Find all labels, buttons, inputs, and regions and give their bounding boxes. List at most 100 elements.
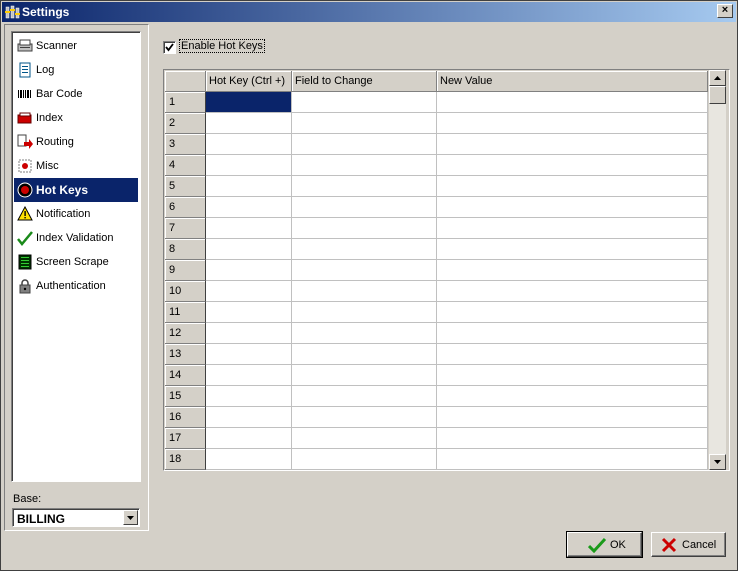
row-header[interactable]: 16 [165, 407, 206, 428]
field-to-change-cell[interactable] [292, 113, 437, 134]
field-to-change-cell[interactable] [292, 365, 437, 386]
table-row[interactable]: 1 [165, 92, 708, 113]
new-value-cell[interactable] [437, 302, 708, 323]
row-header[interactable]: 5 [165, 176, 206, 197]
hot-key-cell[interactable] [206, 197, 292, 218]
scroll-up-button[interactable] [709, 70, 726, 86]
table-row[interactable]: 13 [165, 344, 708, 365]
field-to-change-cell[interactable] [292, 239, 437, 260]
row-header[interactable]: 18 [165, 449, 206, 470]
sidebar-item-screen-scrape[interactable]: Screen Scrape [14, 250, 138, 274]
table-row[interactable]: 4 [165, 155, 708, 176]
hot-key-cell[interactable] [206, 323, 292, 344]
table-row[interactable]: 3 [165, 134, 708, 155]
new-value-cell[interactable] [437, 449, 708, 470]
sidebar-item-routing[interactable]: Routing [14, 130, 138, 154]
row-header[interactable]: 10 [165, 281, 206, 302]
column-header-new-value[interactable]: New Value [437, 71, 708, 92]
field-to-change-cell[interactable] [292, 260, 437, 281]
field-to-change-cell[interactable] [292, 155, 437, 176]
hot-key-cell[interactable] [206, 365, 292, 386]
table-row[interactable]: 8 [165, 239, 708, 260]
table-row[interactable]: 17 [165, 428, 708, 449]
row-header[interactable]: 14 [165, 365, 206, 386]
table-row[interactable]: 6 [165, 197, 708, 218]
table-row[interactable]: 18 [165, 449, 708, 470]
new-value-cell[interactable] [437, 323, 708, 344]
sidebar-item-index[interactable]: Index [14, 106, 138, 130]
hot-key-cell[interactable] [206, 428, 292, 449]
sidebar-item-authentication[interactable]: Authentication [14, 274, 138, 298]
hot-key-cell[interactable] [206, 449, 292, 470]
table-row[interactable]: 2 [165, 113, 708, 134]
new-value-cell[interactable] [437, 281, 708, 302]
sidebar-item-scanner[interactable]: Scanner [14, 34, 138, 58]
table-row[interactable]: 12 [165, 323, 708, 344]
cancel-button[interactable]: Cancel [651, 532, 726, 557]
row-header[interactable]: 7 [165, 218, 206, 239]
table-row[interactable]: 5 [165, 176, 708, 197]
sidebar-item-bar-code[interactable]: Bar Code [14, 82, 138, 106]
field-to-change-cell[interactable] [292, 134, 437, 155]
new-value-cell[interactable] [437, 92, 708, 113]
sidebar-item-index-validation[interactable]: Index Validation [14, 226, 138, 250]
field-to-change-cell[interactable] [292, 176, 437, 197]
row-header[interactable]: 1 [165, 92, 206, 113]
field-to-change-cell[interactable] [292, 323, 437, 344]
hot-key-cell[interactable] [206, 386, 292, 407]
grid-vertical-scrollbar[interactable] [709, 70, 726, 470]
table-row[interactable]: 11 [165, 302, 708, 323]
column-header-hot-key[interactable]: Hot Key (Ctrl +) [206, 71, 292, 92]
table-row[interactable]: 10 [165, 281, 708, 302]
enable-hot-keys-checkbox[interactable] [163, 41, 176, 54]
field-to-change-cell[interactable] [292, 407, 437, 428]
field-to-change-cell[interactable] [292, 344, 437, 365]
new-value-cell[interactable] [437, 428, 708, 449]
row-header[interactable]: 2 [165, 113, 206, 134]
field-to-change-cell[interactable] [292, 302, 437, 323]
new-value-cell[interactable] [437, 365, 708, 386]
new-value-cell[interactable] [437, 176, 708, 197]
table-row[interactable]: 9 [165, 260, 708, 281]
hot-key-cell[interactable] [206, 344, 292, 365]
row-header[interactable]: 8 [165, 239, 206, 260]
field-to-change-cell[interactable] [292, 428, 437, 449]
new-value-cell[interactable] [437, 386, 708, 407]
enable-hot-keys-label[interactable]: Enable Hot Keys [179, 39, 265, 53]
hot-key-cell[interactable] [206, 176, 292, 197]
new-value-cell[interactable] [437, 260, 708, 281]
row-header[interactable]: 11 [165, 302, 206, 323]
close-button[interactable]: × [717, 4, 733, 18]
new-value-cell[interactable] [437, 113, 708, 134]
hot-key-cell[interactable] [206, 134, 292, 155]
ok-button[interactable]: OK [566, 531, 643, 558]
row-header[interactable]: 15 [165, 386, 206, 407]
hot-keys-grid[interactable]: Hot Key (Ctrl +) Field to Change New Val… [163, 69, 730, 471]
base-dropdown-button[interactable] [123, 510, 138, 525]
field-to-change-cell[interactable] [292, 449, 437, 470]
hot-key-cell[interactable] [206, 239, 292, 260]
sidebar-item-misc[interactable]: Misc [14, 154, 138, 178]
field-to-change-cell[interactable] [292, 386, 437, 407]
sidebar-item-log[interactable]: Log [14, 58, 138, 82]
field-to-change-cell[interactable] [292, 197, 437, 218]
new-value-cell[interactable] [437, 197, 708, 218]
table-row[interactable]: 14 [165, 365, 708, 386]
row-header[interactable]: 6 [165, 197, 206, 218]
sidebar-item-notification[interactable]: Notification [14, 202, 138, 226]
field-to-change-cell[interactable] [292, 281, 437, 302]
new-value-cell[interactable] [437, 407, 708, 428]
new-value-cell[interactable] [437, 218, 708, 239]
hot-key-cell[interactable] [206, 281, 292, 302]
new-value-cell[interactable] [437, 239, 708, 260]
table-row[interactable]: 15 [165, 386, 708, 407]
row-header[interactable]: 9 [165, 260, 206, 281]
table-row[interactable]: 7 [165, 218, 708, 239]
base-dropdown[interactable]: BILLING [12, 508, 140, 527]
hot-key-cell[interactable] [206, 260, 292, 281]
row-header[interactable]: 17 [165, 428, 206, 449]
scroll-thumb[interactable] [709, 86, 726, 104]
hot-key-cell[interactable] [206, 113, 292, 134]
row-header[interactable]: 3 [165, 134, 206, 155]
hot-key-cell[interactable] [206, 407, 292, 428]
